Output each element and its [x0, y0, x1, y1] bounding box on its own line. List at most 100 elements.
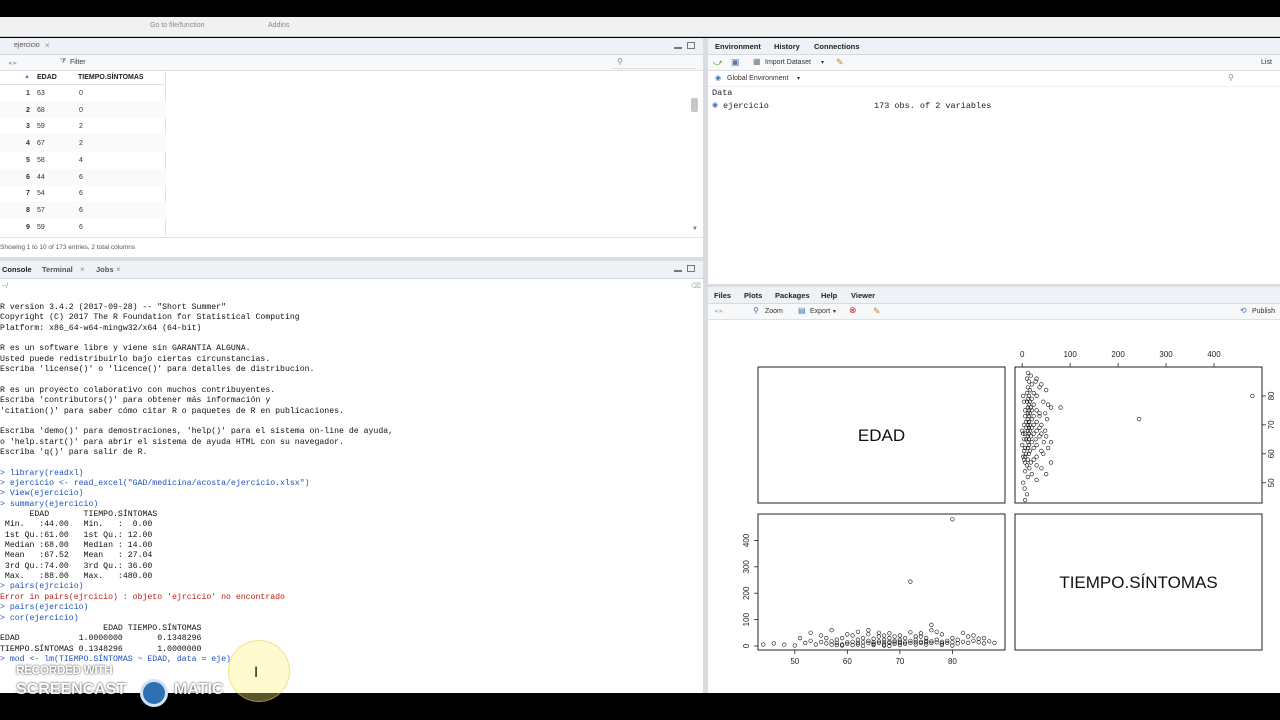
console-output-line: Median :68.00 Median : 14.00: [0, 541, 153, 551]
y-tick-label: 200: [742, 586, 751, 600]
search-input[interactable]: ⚲: [612, 57, 696, 69]
row-number: 5: [26, 156, 30, 164]
tab-files[interactable]: Files: [714, 291, 731, 300]
addins-menu[interactable]: Addins: [268, 22, 289, 29]
tab-history[interactable]: History: [774, 42, 800, 51]
export-button[interactable]: Export: [810, 308, 830, 315]
console-output-line: 3rd Qu.:74.00 3rd Qu.: 36.00: [0, 561, 153, 571]
minimize-icon[interactable]: [674, 42, 682, 49]
env-search-icon[interactable]: ⚲: [1228, 73, 1234, 82]
cell-edad: 44: [37, 173, 45, 181]
export-icon: ▤: [798, 306, 806, 315]
search-icon: ⚲: [617, 57, 623, 66]
console-output-line: R version 3.4.2 (2017-09-28) -- "Short S…: [0, 303, 227, 312]
expand-icon[interactable]: ◉: [712, 101, 718, 109]
console-output-line: Usted puede redistribuirlo bajo ciertas …: [0, 354, 271, 364]
console-output-line: Mean :67.52 Mean : 27.04: [0, 551, 153, 561]
x-tick-label: 80: [948, 657, 957, 666]
console-output-line: EDAD TIEMPO.SÍNTOMAS: [0, 510, 158, 519]
cell-tiempo: 6: [79, 190, 83, 198]
save-icon[interactable]: ▣: [731, 57, 740, 68]
console-output-line: Escriba 'contributors()' para obtener má…: [0, 396, 271, 406]
top-tick-label: 100: [1063, 350, 1077, 359]
table-row[interactable]: 9 59 6: [0, 219, 166, 236]
right-tick-label: 70: [1267, 420, 1276, 429]
filter-icon[interactable]: ⧩: [60, 58, 66, 66]
tab-viewer[interactable]: Viewer: [851, 291, 875, 300]
jobs-close-icon[interactable]: ×: [116, 265, 121, 274]
top-tick-label: 0: [1020, 350, 1025, 359]
goto-file-input[interactable]: Go to file/function: [150, 22, 204, 29]
console-output-line: Max. :88.00 Max. :480.00: [0, 572, 153, 582]
tab-packages[interactable]: Packages: [775, 291, 810, 300]
table-row[interactable]: 5 58 4: [0, 152, 166, 169]
cell-tiempo: 6: [79, 173, 83, 181]
scroll-down-icon[interactable]: ▼: [692, 226, 698, 232]
console-output-line: R es un proyecto colaborativo con muchos…: [0, 385, 276, 395]
cell-edad: 67: [37, 140, 45, 148]
y-tick-label: 300: [742, 560, 751, 574]
scrollbar-thumb[interactable]: [691, 98, 698, 112]
environment-row[interactable]: ◉ ejercicio 173 obs. of 2 variables: [708, 100, 1280, 112]
y-tick-label: 0: [742, 643, 751, 648]
open-icon[interactable]: ⤻: [713, 57, 723, 68]
right-tick-label: 50: [1267, 478, 1276, 487]
column-header-tiempo[interactable]: TIEMPO.SÍNTOMAS: [78, 74, 144, 81]
console-command-line: > cor(ejercicio): [0, 613, 79, 623]
list-view-button[interactable]: List: [1261, 59, 1272, 66]
console-output[interactable]: R version 3.4.2 (2017-09-28) -- "Short S…: [0, 303, 703, 693]
sort-icon[interactable]: ▲: [24, 74, 30, 80]
data-viewer-tabbar: ejercicio ×: [0, 38, 703, 55]
prev-plot-icon[interactable]: ◂ ▸: [714, 307, 723, 315]
publish-button[interactable]: Publish: [1252, 308, 1275, 315]
remove-plot-icon[interactable]: ⊗: [849, 305, 857, 316]
table-row[interactable]: 3 59 2: [0, 118, 166, 135]
global-environment-dropdown[interactable]: Global Environment: [727, 75, 788, 82]
table-row[interactable]: 6 44 6: [0, 168, 166, 186]
tab-ejercicio[interactable]: ejercicio: [14, 42, 40, 49]
clear-plots-icon[interactable]: ✎: [873, 306, 881, 317]
tab-console[interactable]: Console: [2, 265, 32, 274]
tab-jobs[interactable]: Jobs: [96, 265, 114, 274]
cell-tiempo: 0: [79, 90, 83, 97]
close-icon[interactable]: ×: [45, 41, 50, 50]
watermark: RECORDED WITH SCREENCAST MATIC: [16, 663, 256, 707]
console-output-line: EDAD 1.0000000 0.1348296: [0, 634, 202, 644]
tab-environment[interactable]: Environment: [715, 42, 761, 51]
filter-button[interactable]: Filter: [70, 59, 86, 66]
console-minimize-icon[interactable]: [674, 265, 682, 272]
table-row[interactable]: 2 68 0: [0, 101, 166, 119]
maximize-icon[interactable]: [687, 42, 695, 49]
right-tick-label: 80: [1267, 391, 1276, 400]
working-directory: ~/: [2, 283, 9, 290]
table-row[interactable]: 4 67 2: [0, 135, 166, 152]
tab-plots[interactable]: Plots: [744, 291, 762, 300]
row-number: 6: [26, 173, 30, 181]
column-header-edad[interactable]: EDAD: [37, 74, 57, 81]
back-icon[interactable]: ◂ ▸: [8, 59, 17, 67]
console-output-line: R es un software libre y viene sin GARAN…: [0, 344, 251, 354]
variable-name[interactable]: ejercicio: [723, 101, 769, 111]
cell-tiempo: 2: [79, 140, 83, 148]
terminal-close-icon[interactable]: ×: [80, 265, 85, 274]
tab-connections[interactable]: Connections: [814, 42, 859, 51]
cell-edad: 54: [37, 190, 45, 198]
x-tick-label: 50: [790, 657, 799, 666]
tab-help[interactable]: Help: [821, 291, 837, 300]
table-row[interactable]: 7 54 6: [0, 185, 166, 202]
cell-tiempo: 6: [79, 206, 83, 214]
clear-console-icon[interactable]: ⌫: [691, 282, 701, 290]
variable-value: 173 obs. of 2 variables: [874, 101, 992, 111]
table-row[interactable]: 1 63 0: [0, 85, 166, 102]
panel-bl: [757, 513, 1006, 651]
zoom-icon[interactable]: ⚲: [753, 306, 759, 315]
table-row[interactable]: 8 57 6: [0, 201, 166, 219]
broom-icon[interactable]: ✎: [836, 57, 844, 68]
top-tick-label: 200: [1111, 350, 1125, 359]
tab-terminal[interactable]: Terminal: [42, 265, 73, 274]
row-number: 3: [26, 123, 30, 131]
cell-tiempo: 2: [79, 123, 83, 131]
console-maximize-icon[interactable]: [687, 265, 695, 272]
zoom-button[interactable]: Zoom: [765, 308, 783, 315]
import-dataset-button[interactable]: Import Dataset: [765, 59, 811, 66]
